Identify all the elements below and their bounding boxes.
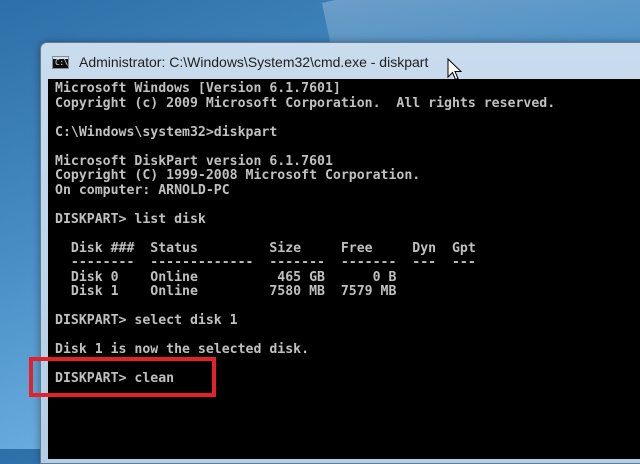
console-line: Copyright (c) 2009 Microsoft Corporation… <box>55 95 556 111</box>
cmd-window[interactable]: C:\ Administrator: C:\Windows\System32\c… <box>40 42 640 464</box>
console-line: Copyright (C) 1999-2008 Microsoft Corpor… <box>55 168 421 183</box>
console-line: Microsoft DiskPart version 6.1.7601 <box>55 153 333 169</box>
console-line: On computer: ARNOLD-PC <box>55 182 230 198</box>
console-line: Disk ### Status Size Free Dyn Gpt <box>55 240 476 256</box>
console-text: Microsoft Windows [Version 6.1.7601] Copy… <box>55 81 556 387</box>
console-line: DISKPART> select disk 1 <box>55 313 238 328</box>
title-bar[interactable]: C:\ Administrator: C:\Windows\System32\c… <box>41 43 640 81</box>
cmd-icon-label: C:\ <box>55 58 68 67</box>
mouse-pointer-icon <box>447 58 463 81</box>
console-line: DISKPART> clean <box>55 371 175 386</box>
console-line: Disk 1 Online 7580 MB 7579 MB <box>55 284 397 299</box>
console-line: Disk 0 Online 465 GB 0 B <box>55 269 397 285</box>
console-line: DISKPART> list disk <box>55 211 206 227</box>
console-line: C:\Windows\system32>diskpart <box>55 124 278 140</box>
window-title: Administrator: C:\Windows\System32\cmd.e… <box>79 54 429 70</box>
console-output-area[interactable]: Microsoft Windows [Version 6.1.7601] Copy… <box>48 79 640 459</box>
console-line: Disk 1 is now the selected disk. <box>55 342 310 357</box>
console-line: -------- ------------- ------- ------- -… <box>55 255 476 270</box>
console-line: Microsoft Windows [Version 6.1.7601] <box>55 81 341 96</box>
cmd-window-icon[interactable]: C:\ <box>52 56 69 69</box>
